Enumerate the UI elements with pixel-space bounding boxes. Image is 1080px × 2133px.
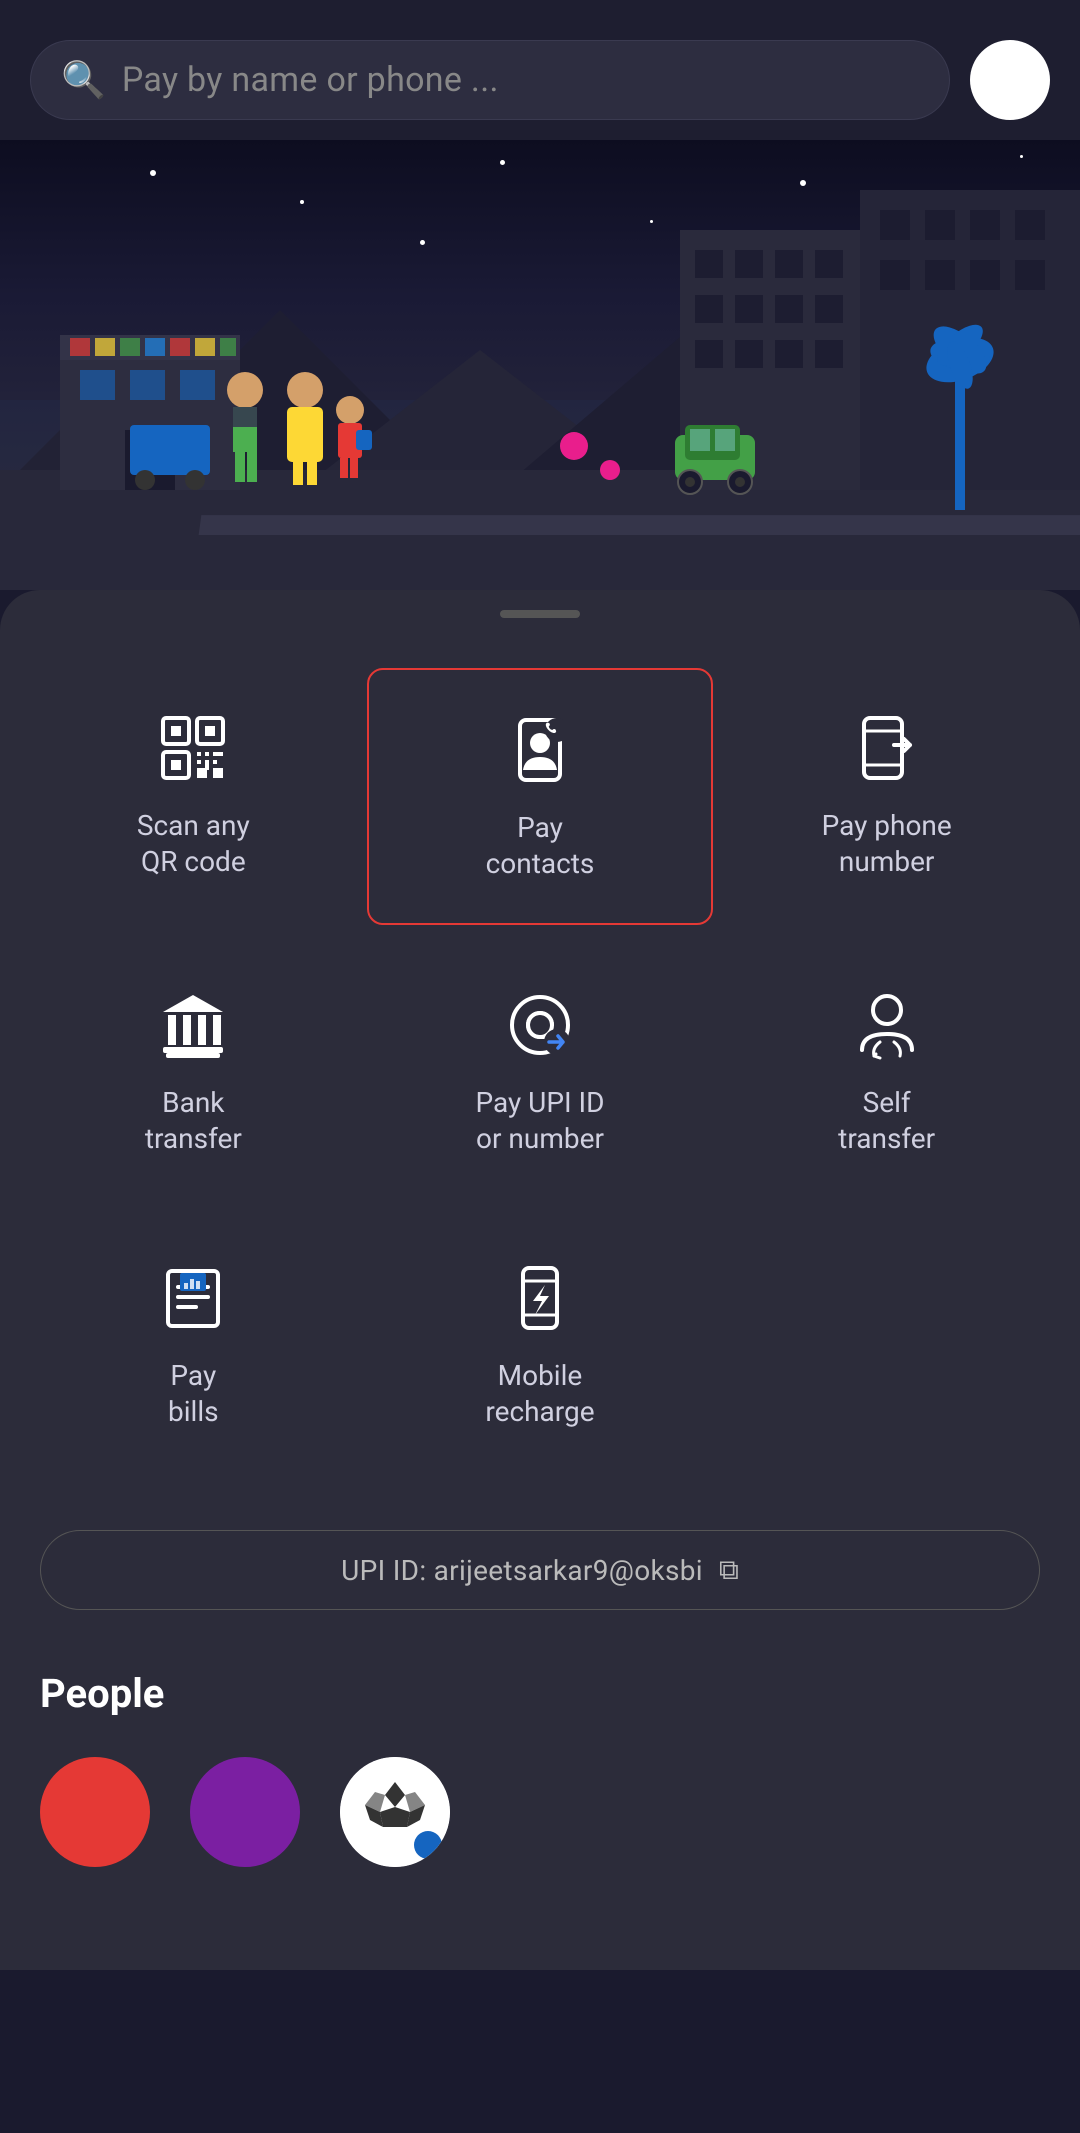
person-avatar-1[interactable] [40,1757,150,1867]
star [300,200,304,204]
scan-qr-icon [153,708,233,788]
star [420,240,425,245]
person-avatar-3[interactable] [340,1757,450,1867]
pink-dot-1 [560,432,588,460]
pay-bills-icon [153,1258,233,1338]
actions-row-2: Banktransfer Pay UPI IDor number [0,945,1080,1198]
blue-dot [414,1831,442,1859]
actions-row-1: Scan anyQR code Paycontacts [0,668,1080,925]
pay-upi-button[interactable]: Pay UPI IDor number [367,945,714,1198]
empty-cell [713,1218,1060,1471]
pay-bills-button[interactable]: Paybills [20,1218,367,1471]
upi-id-text: UPI ID: arijeetsarkar9@oksbi [341,1554,703,1587]
pay-phone-number-label: Pay phonenumber [822,808,952,881]
people-title: People [40,1670,1040,1717]
scan-qr-label: Scan anyQR code [137,808,250,881]
copy-icon[interactable]: ⧉ [719,1553,739,1587]
people-section: People [0,1670,1080,1867]
pay-upi-icon [500,985,580,1065]
people-row [40,1757,1040,1867]
pay-phone-number-button[interactable]: Pay phonenumber [713,668,1060,925]
star [650,220,653,223]
bank-transfer-icon [153,985,233,1065]
mobile-recharge-button[interactable]: Mobilerecharge [367,1218,714,1471]
scan-qr-button[interactable]: Scan anyQR code [20,668,367,925]
search-icon: 🔍 [61,59,106,101]
self-transfer-label: Selftransfer [838,1085,935,1158]
star [1020,155,1023,158]
characters [130,365,380,495]
star [500,160,505,165]
pay-bills-label: Paybills [168,1358,219,1431]
star [150,170,156,176]
banner-illustration [0,140,1080,590]
pay-contacts-icon [500,710,580,790]
actions-row-3: Paybills Mobilerecharge [0,1218,1080,1471]
search-bar[interactable]: 🔍 Pay by name or phone ... [30,40,950,120]
palm-tree [920,310,1000,510]
avatar[interactable] [970,40,1050,120]
person-avatar-2[interactable] [190,1757,300,1867]
pay-contacts-label: Paycontacts [486,810,595,883]
bank-transfer-button[interactable]: Banktransfer [20,945,367,1198]
search-placeholder: Pay by name or phone ... [122,60,499,100]
sheet-handle [500,610,580,618]
mobile-recharge-label: Mobilerecharge [485,1358,594,1431]
mobile-recharge-icon [500,1258,580,1338]
upi-id-badge[interactable]: UPI ID: arijeetsarkar9@oksbi ⧉ [40,1530,1040,1610]
bottom-sheet: Scan anyQR code Paycontacts [0,590,1080,1970]
bank-transfer-label: Banktransfer [145,1085,242,1158]
pink-dot-2 [600,460,620,480]
auto-rickshaw [670,415,780,495]
pay-upi-label: Pay UPI IDor number [475,1085,604,1158]
road [199,515,1080,535]
self-transfer-icon [847,985,927,1065]
pay-phone-icon [847,708,927,788]
pay-contacts-button[interactable]: Paycontacts [367,668,714,925]
star [800,180,806,186]
self-transfer-button[interactable]: Selftransfer [713,945,1060,1198]
header: 🔍 Pay by name or phone ... [0,0,1080,140]
